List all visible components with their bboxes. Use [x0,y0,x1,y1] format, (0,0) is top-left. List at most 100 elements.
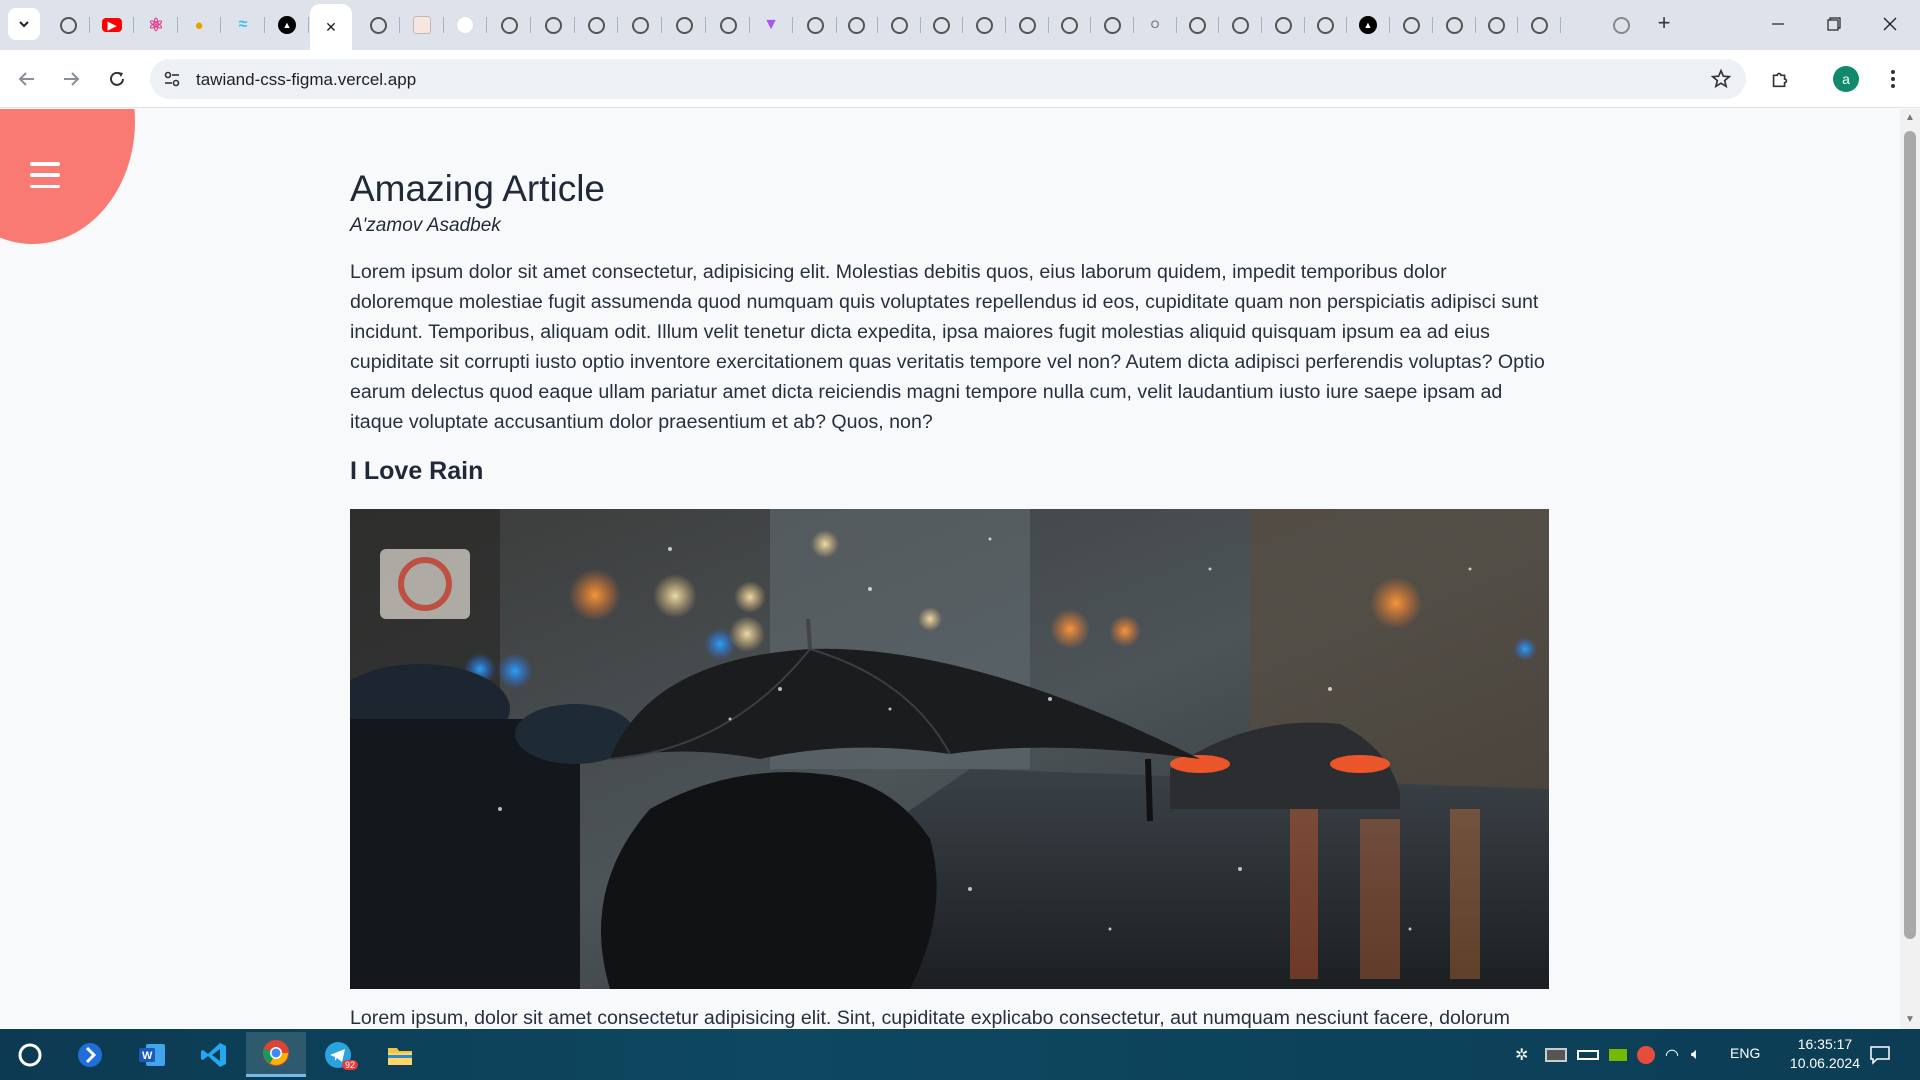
tab-vercel[interactable]: ▲ [269,7,309,43]
globe-icon [500,16,518,34]
globe-icon [1231,16,1249,34]
tab-globe[interactable] [1179,7,1219,43]
tab-globe[interactable] [1222,7,1262,43]
globe-icon [1188,16,1206,34]
globe-icon [975,16,993,34]
site-settings-icon[interactable] [162,69,182,89]
tab-globe[interactable] [881,7,921,43]
globe-icon [1487,16,1505,34]
globe-icon [1316,16,1334,34]
browser-menu-button[interactable] [1877,63,1909,95]
globe-icon [1060,16,1078,34]
close-window-button[interactable] [1867,8,1913,40]
tab-globe[interactable] [1307,7,1347,43]
tab-globe[interactable] [666,7,706,43]
scroll-down-icon[interactable]: ▼ [1905,1015,1915,1025]
network-sync-icon[interactable]: ✲ [1515,1045,1537,1065]
vercel-icon: ▲ [278,16,296,34]
taskbar-app-explorer[interactable] [370,1032,430,1077]
tab-globe[interactable] [1521,7,1561,43]
tab-globe[interactable] [491,7,531,43]
extensions-button[interactable] [1764,63,1796,95]
tab-globe[interactable] [535,7,575,43]
forward-button[interactable] [55,63,87,95]
tab-globe[interactable] [923,7,963,43]
language-indicator[interactable]: ENG [1730,1045,1760,1061]
article-author: A'zamov Asadbek [350,214,501,236]
tab-active[interactable]: ✕ [310,4,352,50]
tab-globe[interactable] [1094,7,1134,43]
tab-react[interactable]: ⚛ [138,7,178,43]
taskbar-app-word[interactable]: W [122,1032,182,1077]
restore-button[interactable] [1811,8,1857,40]
reload-button[interactable] [101,63,133,95]
security-badge-icon[interactable] [1637,1045,1655,1064]
tab-globe[interactable] [1051,7,1091,43]
monitor-icon[interactable] [1545,1047,1567,1062]
article-paragraph-2: Lorem ipsum, dolor sit amet consectetur … [350,1006,1510,1029]
reload-icon [110,71,124,86]
tab-vite[interactable]: ▼ [753,7,793,43]
puzzle-icon [1772,72,1788,88]
tab-vercel[interactable]: ▲ [1350,7,1390,43]
address-bar[interactable]: tawiand-css-figma.vercel.app [150,59,1746,99]
globe-icon [847,16,865,34]
new-tab-button[interactable]: + [1650,9,1678,37]
volume-icon[interactable]: 🔈︎ [1691,1046,1701,1064]
vercel-icon: ▲ [1359,16,1377,34]
tab-globe[interactable] [1009,7,1049,43]
taskbar-app-chrome[interactable] [246,1032,306,1077]
globe-icon [1402,16,1420,34]
tab-globe[interactable] [1603,7,1639,43]
tab-globe[interactable] [1265,7,1305,43]
page-scrollbar[interactable]: ▲ ▼ [1900,109,1920,1029]
battery-icon[interactable] [1577,1049,1599,1060]
hamburger-menu-icon[interactable] [30,162,60,188]
globe-icon [932,16,950,34]
scrollbar-thumb[interactable] [1904,131,1916,939]
folder-icon [388,1047,412,1065]
url-text[interactable]: tawiand-css-figma.vercel.app [196,70,416,90]
article-subheading: I Love Rain [350,456,484,485]
globe-icon [1530,16,1548,34]
tab-globe[interactable] [1393,7,1433,43]
taskbar: W 92 ✲ ◠ 🔈︎ ENG 16:35:17 10.06.2024 [0,1029,1920,1080]
tab-globe[interactable] [838,7,878,43]
notifications-button[interactable] [1850,1032,1910,1077]
back-button[interactable] [11,63,43,95]
close-icon [1883,17,1897,31]
tab-page[interactable] [404,7,444,43]
arrow-right-icon [64,72,80,86]
tab-globe[interactable] [797,7,837,43]
tab-globe[interactable] [578,7,618,43]
tab-globe[interactable] [360,7,400,43]
vscode-icon [201,1042,226,1067]
page-content: Amazing Article A'zamov Asadbek Lorem ip… [0,109,1900,1029]
wifi-icon[interactable]: ◠ [1665,1045,1679,1065]
tab-youtube[interactable]: ▶ [94,7,134,43]
taskbar-app-dev[interactable] [60,1032,120,1077]
tab-globe[interactable] [622,7,662,43]
tab-text[interactable]: O [1137,7,1177,43]
tab-globe[interactable] [50,7,90,43]
tab-globe[interactable] [1478,7,1518,43]
bookmark-star-icon[interactable] [1710,68,1732,90]
tab-globe[interactable] [966,7,1006,43]
tab-globe[interactable] [710,7,750,43]
globe-icon [544,16,562,34]
minimize-button[interactable] [1755,8,1801,40]
tab-tailwind[interactable]: ≈ [225,7,265,43]
tab-loading[interactable] [447,7,487,43]
scroll-up-icon[interactable]: ▲ [1905,113,1915,123]
nvidia-icon[interactable] [1609,1048,1627,1061]
tab-globe[interactable] [1436,7,1476,43]
start-button[interactable] [0,1032,60,1077]
close-tab-icon[interactable]: ✕ [325,19,337,36]
tab-search-button[interactable] [8,8,40,40]
taskbar-app-vscode[interactable] [184,1032,244,1077]
profile-button[interactable]: a [1830,63,1862,95]
taskbar-app-telegram[interactable]: 92 [308,1032,368,1077]
globe-icon [369,16,387,34]
arrow-left-icon [18,72,34,86]
tab-person[interactable]: ● [181,7,221,43]
